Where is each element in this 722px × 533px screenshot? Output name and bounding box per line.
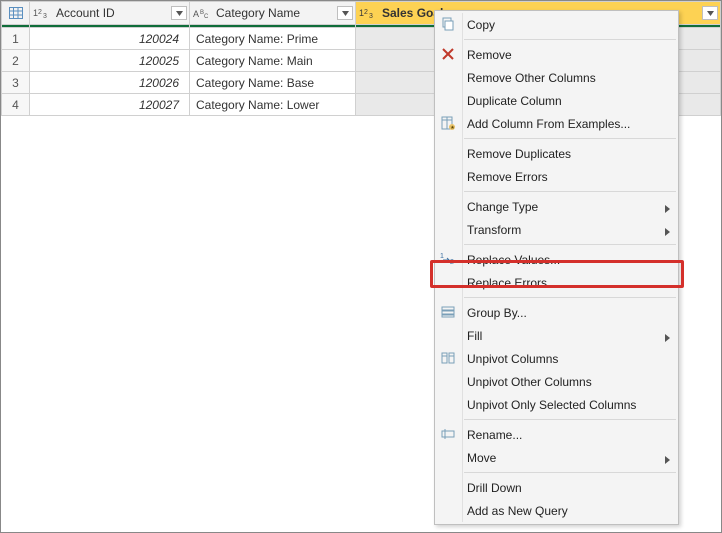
submenu-arrow-icon xyxy=(665,331,670,345)
add-column-icon: ★ xyxy=(439,114,457,132)
menu-label: Unpivot Columns xyxy=(467,352,558,366)
menu-label: Group By... xyxy=(467,306,527,320)
column-label: Account ID xyxy=(56,6,167,20)
cell-account-id[interactable]: 120025 xyxy=(30,50,190,72)
menu-label: Change Type xyxy=(467,200,538,214)
type-icon-number: 123 xyxy=(32,7,52,19)
cell-category-name[interactable]: Category Name: Main xyxy=(190,50,356,72)
row-number: 1 xyxy=(2,28,30,50)
column-filter-dropdown[interactable] xyxy=(337,6,353,20)
menu-item-remove-duplicates[interactable]: Remove Duplicates xyxy=(435,142,678,165)
menu-item-remove-other-columns[interactable]: Remove Other Columns xyxy=(435,66,678,89)
submenu-arrow-icon xyxy=(665,225,670,239)
svg-text:★: ★ xyxy=(450,125,455,130)
column-context-menu: Copy Remove Remove Other Columns Duplica… xyxy=(434,10,679,525)
cell-account-id[interactable]: 120024 xyxy=(30,28,190,50)
unpivot-icon xyxy=(439,349,457,367)
menu-label: Unpivot Only Selected Columns xyxy=(467,398,636,412)
menu-separator xyxy=(464,39,676,40)
menu-separator xyxy=(464,297,676,298)
remove-icon xyxy=(439,45,457,63)
menu-label: Move xyxy=(467,451,496,465)
column-label: Category Name xyxy=(216,6,333,20)
type-icon-number: 123 xyxy=(358,7,378,19)
svg-text:3: 3 xyxy=(43,13,47,19)
menu-label: Replace Values... xyxy=(467,253,560,267)
cell-category-name[interactable]: Category Name: Prime xyxy=(190,28,356,50)
menu-label: Duplicate Column xyxy=(467,94,562,108)
copy-icon xyxy=(439,15,457,33)
menu-item-replace-values[interactable]: 12 Replace Values... xyxy=(435,248,678,271)
menu-item-copy[interactable]: Copy xyxy=(435,13,678,36)
menu-item-transform[interactable]: Transform xyxy=(435,218,678,241)
menu-item-unpivot-selected-columns[interactable]: Unpivot Only Selected Columns xyxy=(435,393,678,416)
menu-item-remove[interactable]: Remove xyxy=(435,43,678,66)
menu-label: Remove Duplicates xyxy=(467,147,571,161)
column-header-account-id[interactable]: 123 Account ID xyxy=(30,2,190,25)
menu-label: Remove Other Columns xyxy=(467,71,596,85)
row-number: 3 xyxy=(2,72,30,94)
menu-item-remove-errors[interactable]: Remove Errors xyxy=(435,165,678,188)
menu-label: Remove xyxy=(467,48,512,62)
menu-label: Add as New Query xyxy=(467,504,568,518)
table-icon xyxy=(8,7,24,19)
menu-label: Transform xyxy=(467,223,521,237)
rename-icon xyxy=(439,425,457,443)
menu-separator xyxy=(464,191,676,192)
column-filter-dropdown[interactable] xyxy=(171,6,187,20)
menu-label: Copy xyxy=(467,18,495,32)
group-by-icon xyxy=(439,303,457,321)
menu-item-add-as-new-query[interactable]: Add as New Query xyxy=(435,499,678,522)
svg-text:A: A xyxy=(193,9,199,19)
menu-label: Rename... xyxy=(467,428,522,442)
svg-text:2: 2 xyxy=(450,259,454,266)
menu-separator xyxy=(464,138,676,139)
column-filter-dropdown[interactable] xyxy=(702,6,718,20)
cell-category-name[interactable]: Category Name: Base xyxy=(190,72,356,94)
menu-separator xyxy=(464,472,676,473)
svg-text:C: C xyxy=(204,14,209,19)
menu-item-move[interactable]: Move xyxy=(435,446,678,469)
menu-item-unpivot-columns[interactable]: Unpivot Columns xyxy=(435,347,678,370)
row-number: 2 xyxy=(2,50,30,72)
menu-item-drill-down[interactable]: Drill Down xyxy=(435,476,678,499)
submenu-arrow-icon xyxy=(665,453,670,467)
menu-label: Add Column From Examples... xyxy=(467,117,630,131)
menu-separator xyxy=(464,419,676,420)
type-icon-text: ABC xyxy=(192,7,212,19)
menu-label: Drill Down xyxy=(467,481,522,495)
svg-text:1: 1 xyxy=(440,253,444,260)
submenu-arrow-icon xyxy=(665,202,670,216)
menu-label: Replace Errors... xyxy=(467,276,557,290)
svg-text:2: 2 xyxy=(364,9,368,16)
menu-label: Remove Errors xyxy=(467,170,548,184)
menu-item-duplicate-column[interactable]: Duplicate Column xyxy=(435,89,678,112)
menu-item-unpivot-other-columns[interactable]: Unpivot Other Columns xyxy=(435,370,678,393)
cell-category-name[interactable]: Category Name: Lower xyxy=(190,94,356,116)
menu-item-fill[interactable]: Fill xyxy=(435,324,678,347)
svg-text:3: 3 xyxy=(369,13,373,19)
cell-account-id[interactable]: 120027 xyxy=(30,94,190,116)
row-number: 4 xyxy=(2,94,30,116)
menu-item-add-column-from-examples[interactable]: ★ Add Column From Examples... xyxy=(435,112,678,135)
menu-label: Unpivot Other Columns xyxy=(467,375,592,389)
column-header-category-name[interactable]: ABC Category Name xyxy=(190,2,356,25)
menu-item-rename[interactable]: Rename... xyxy=(435,423,678,446)
cell-account-id[interactable]: 120026 xyxy=(30,72,190,94)
menu-item-change-type[interactable]: Change Type xyxy=(435,195,678,218)
menu-item-replace-errors[interactable]: Replace Errors... xyxy=(435,271,678,294)
rownum-header[interactable] xyxy=(2,2,30,25)
svg-text:2: 2 xyxy=(38,9,42,16)
menu-item-group-by[interactable]: Group By... xyxy=(435,301,678,324)
menu-label: Fill xyxy=(467,329,482,343)
menu-separator xyxy=(464,244,676,245)
replace-values-icon: 12 xyxy=(439,250,457,268)
